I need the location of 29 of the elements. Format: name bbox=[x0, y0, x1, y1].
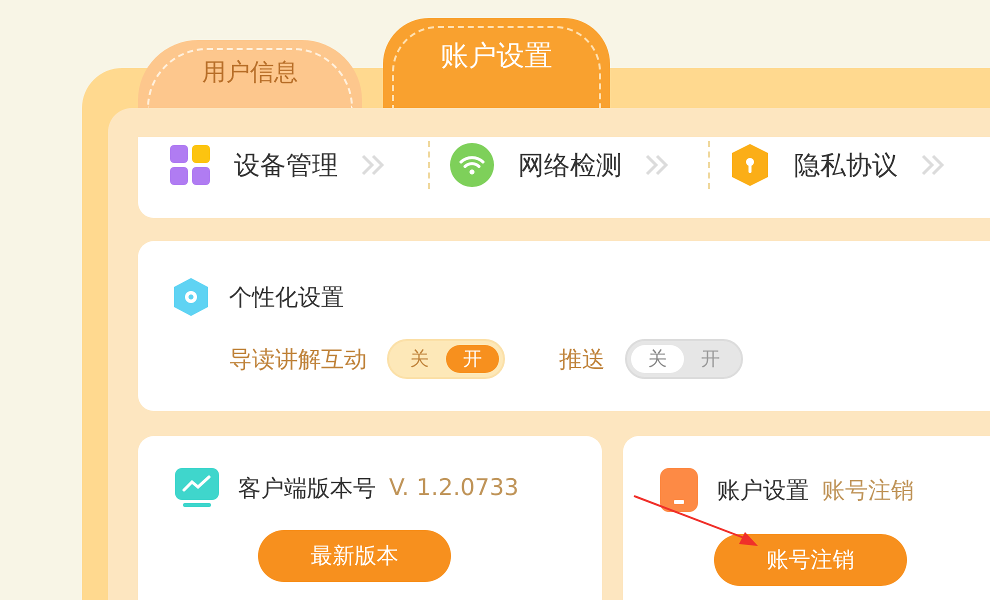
menu-item[interactable]: 隐私协议 bbox=[794, 148, 898, 182]
menu-item[interactable]: 设备管理 bbox=[234, 148, 338, 182]
toggle-switch[interactable]: 关 开 bbox=[625, 339, 743, 379]
grid-icon bbox=[170, 145, 210, 185]
toggle-switch[interactable]: 关 开 bbox=[387, 339, 505, 379]
toggle-option[interactable]: 开 bbox=[446, 345, 499, 373]
toggle-option[interactable]: 关 bbox=[631, 345, 684, 373]
menu-item[interactable]: 网络检测 bbox=[518, 148, 622, 182]
keyhole-icon bbox=[730, 143, 770, 187]
double-chevron-icon bbox=[644, 153, 670, 177]
section-title: 个性化设置 bbox=[229, 284, 344, 312]
monitor-icon bbox=[175, 468, 219, 508]
card-link[interactable]: 账号注销 bbox=[822, 474, 914, 506]
toggle-label: 推送 bbox=[559, 346, 605, 374]
double-chevron-icon bbox=[920, 153, 946, 177]
tab[interactable]: 用户信息 bbox=[138, 40, 362, 108]
tab[interactable]: 账户设置 bbox=[383, 18, 610, 108]
toggle-option[interactable]: 开 bbox=[684, 345, 737, 373]
device-icon bbox=[660, 468, 698, 512]
wifi-icon bbox=[450, 143, 494, 187]
card-title: 客户端版本号 bbox=[238, 474, 376, 504]
card-title: 账户设置 bbox=[717, 476, 809, 506]
hexagon-icon bbox=[172, 277, 210, 317]
toggle-option[interactable]: 关 bbox=[393, 345, 446, 373]
action-button[interactable]: 最新版本 bbox=[258, 530, 451, 582]
version-number: V. 1.2.0733 bbox=[389, 475, 519, 501]
double-chevron-icon bbox=[360, 153, 386, 177]
toggle-label: 导读讲解互动 bbox=[229, 346, 367, 374]
action-button[interactable]: 账号注销 bbox=[714, 534, 907, 586]
